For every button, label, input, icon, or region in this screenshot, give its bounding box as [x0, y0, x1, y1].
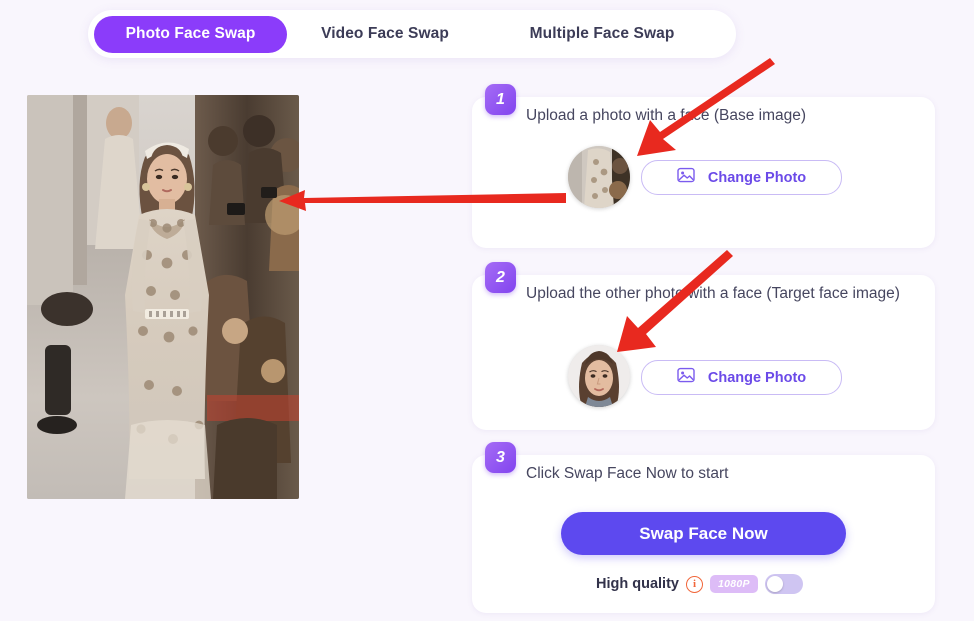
tab-photo-face-swap-label: Photo Face Swap	[125, 25, 256, 42]
step-2-card: 2 Upload the other photo with a face (Ta…	[472, 262, 935, 430]
step-3-title: Click Swap Face Now to start	[526, 465, 729, 482]
swap-face-now-button[interactable]: Swap Face Now	[561, 512, 846, 555]
tab-multiple-face-swap-label: Multiple Face Swap	[529, 25, 675, 42]
step-2-badge: 2	[485, 262, 516, 293]
tab-video-face-swap[interactable]: Video Face Swap	[287, 16, 483, 53]
change-base-photo-label: Change Photo	[707, 169, 807, 186]
preview-image[interactable]	[27, 95, 299, 499]
resolution-badge: 1080P	[709, 575, 758, 593]
tab-photo-face-swap[interactable]: Photo Face Swap	[94, 15, 287, 53]
high-quality-toggle[interactable]	[764, 574, 803, 594]
tab-video-face-swap-label: Video Face Swap	[321, 25, 449, 42]
face-swap-tabbar: Photo Face Swap Video Face Swap Multiple…	[88, 10, 736, 58]
high-quality-row: High quality i 1080P	[596, 572, 803, 596]
target-face-thumbnail[interactable]	[568, 345, 630, 407]
image-icon	[677, 167, 695, 188]
step-1-title: Upload a photo with a face (Base image)	[526, 107, 807, 124]
high-quality-label: High quality	[596, 576, 679, 592]
info-circle-icon[interactable]: i	[685, 575, 703, 593]
swap-face-now-label: Swap Face Now	[639, 523, 768, 543]
step-3-badge: 3	[485, 442, 516, 473]
toggle-knob	[766, 576, 783, 592]
change-base-photo-button[interactable]: Change Photo	[641, 160, 842, 195]
change-target-photo-button[interactable]: Change Photo	[641, 360, 842, 395]
change-target-photo-label: Change Photo	[707, 369, 807, 386]
tab-multiple-face-swap[interactable]: Multiple Face Swap	[483, 16, 721, 53]
base-image-thumbnail[interactable]	[568, 146, 630, 208]
step-2-title: Upload the other photo with a face (Targ…	[526, 285, 900, 302]
step-1-badge: 1	[485, 84, 516, 115]
image-icon	[677, 367, 695, 388]
